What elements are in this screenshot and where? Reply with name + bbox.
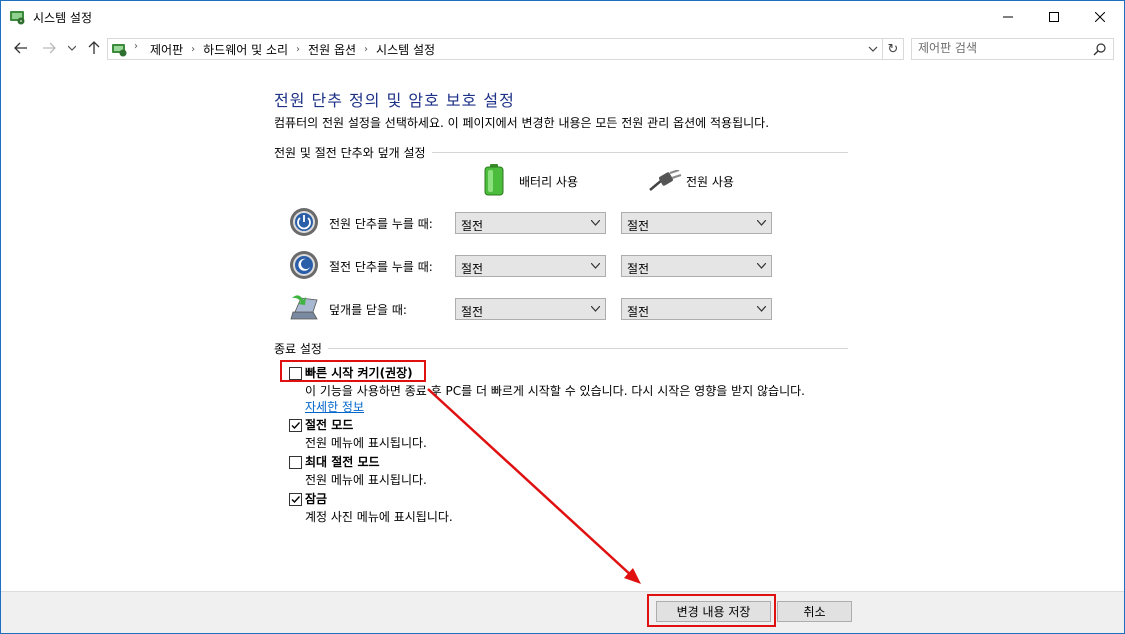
section-label: 종료 설정 [274,340,328,357]
chevron-down-icon [757,306,766,312]
select-value: 절전 [627,219,650,233]
footer-bar [1,592,1124,633]
page-description: 컴퓨터의 전원 설정을 선택하세요. 이 페이지에서 변경한 내용은 모든 전원… [274,116,770,130]
search-input[interactable] [918,40,1078,56]
breadcrumb: 제어판 › 하드웨어 및 소리 › 전원 옵션 › 시스템 설정 [148,41,437,58]
breadcrumb-separator-icon: › [296,44,301,55]
power-button-plugged-select[interactable]: 절전 [621,212,772,234]
checkmark-icon [291,422,301,430]
lock-label[interactable]: 잠금 [305,490,327,507]
minimize-button[interactable] [985,1,1031,32]
forward-arrow-icon [43,42,56,54]
battery-icon [484,164,504,196]
breadcrumb-separator-icon: › [134,41,138,52]
search-icon[interactable] [1093,42,1107,56]
chevron-down-icon [591,220,600,226]
lock-description: 계정 사진 메뉴에 표시됩니다. [305,510,453,524]
lid-close-label: 덮개를 닫을 때: [329,303,407,317]
close-button[interactable] [1077,1,1123,32]
window-title: 시스템 설정 [33,11,93,25]
lid-close-plugged-select[interactable]: 절전 [621,298,772,320]
sleep-button-plugged-select[interactable]: 절전 [621,255,772,277]
power-options-icon [10,11,25,25]
select-value: 절전 [461,262,484,276]
address-bar[interactable]: › 제어판 › 하드웨어 및 소리 › 전원 옵션 › 시스템 설정 [107,38,883,60]
refresh-icon: ↻ [887,41,899,57]
power-button-icon [290,208,318,236]
sleep-button-label: 절전 단추를 누를 때: [329,260,433,274]
forward-button[interactable] [40,39,58,57]
cancel-button[interactable]: 취소 [777,601,852,622]
section-label: 전원 및 절전 단추와 덮개 설정 [274,144,432,161]
up-button[interactable] [85,39,103,57]
title-bar: 시스템 설정 [1,1,1124,32]
search-box[interactable] [911,38,1114,60]
chevron-down-icon [68,45,76,51]
control-panel-icon [112,44,127,57]
shutdown-section-header: 종료 설정 [274,340,848,357]
chevron-down-icon [591,263,600,269]
annotation-highlight-fast-startup [280,360,426,382]
breadcrumb-separator-icon: › [364,44,369,55]
back-arrow-icon [14,42,27,54]
battery-column-label: 배터리 사용 [519,175,579,189]
chevron-down-icon [591,306,600,312]
breadcrumb-item-control-panel[interactable]: 제어판 [148,41,185,58]
laptop-lid-icon [290,295,318,320]
chevron-down-icon [757,220,766,226]
hibernate-checkbox[interactable] [289,456,302,469]
hibernate-label[interactable]: 최대 절전 모드 [305,453,380,470]
checkmark-icon [291,496,301,504]
select-value: 절전 [627,305,650,319]
annotation-highlight-save-button [647,594,776,627]
plugged-in-column-label: 전원 사용 [686,175,734,189]
breadcrumb-item-power-options[interactable]: 전원 옵션 [306,41,358,58]
refresh-button[interactable]: ↻ [882,38,904,60]
lid-close-battery-select[interactable]: 절전 [455,298,606,320]
chevron-down-icon [757,263,766,269]
sleep-checkbox[interactable] [289,419,302,432]
power-button-battery-select[interactable]: 절전 [455,212,606,234]
section-divider [274,348,848,349]
minimize-icon [1003,16,1013,17]
page-title: 전원 단추 정의 및 암호 보호 설정 [274,91,515,110]
power-buttons-section-header: 전원 및 절전 단추와 덮개 설정 [274,144,848,161]
system-settings-window: 시스템 설정 › 제어판 › 하드웨어 및 소리 › 전원 옵션 › 시스템 설… [0,0,1125,634]
maximize-icon [1049,11,1059,22]
hibernate-description: 전원 메뉴에 표시됩니다. [305,473,427,487]
breadcrumb-item-system-settings[interactable]: 시스템 설정 [374,41,437,58]
sleep-button-battery-select[interactable]: 절전 [455,255,606,277]
power-button-label: 전원 단추를 누를 때: [329,217,433,231]
sleep-description: 전원 메뉴에 표시됩니다. [305,436,427,450]
select-value: 절전 [461,305,484,319]
sleep-label[interactable]: 절전 모드 [305,416,353,433]
maximize-button[interactable] [1031,1,1077,32]
breadcrumb-item-hardware-sound[interactable]: 하드웨어 및 소리 [201,41,290,58]
address-dropdown-icon[interactable] [866,41,880,57]
close-icon [1095,11,1105,22]
breadcrumb-separator-icon: › [191,44,196,55]
back-button[interactable] [12,39,30,57]
lock-checkbox[interactable] [289,493,302,506]
select-value: 절전 [627,262,650,276]
up-arrow-icon [88,41,100,54]
fast-startup-description: 이 기능을 사용하면 종료 후 PC를 더 빠르게 시작할 수 있습니다. 다시… [305,384,805,398]
more-info-link[interactable]: 자세한 정보 [305,398,364,415]
recent-locations-button[interactable] [65,39,79,57]
sleep-button-icon [290,251,318,279]
power-plug-icon [649,170,682,191]
select-value: 절전 [461,219,484,233]
